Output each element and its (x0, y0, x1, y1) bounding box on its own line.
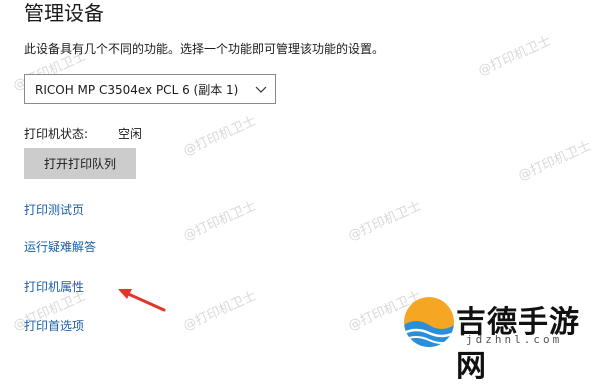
printing-preferences-link[interactable]: 打印首选项 (24, 317, 84, 335)
annotation-arrow-icon (118, 289, 166, 312)
printer-status-value: 空闲 (118, 127, 143, 141)
printer-select[interactable]: RICOH MP C3504ex PCL 6 (副本 1) (24, 74, 276, 104)
watermark-text: @打印机卫士 (181, 288, 259, 335)
logo-domain: jdzhnl.com (466, 333, 563, 346)
run-troubleshooter-link[interactable]: 运行疑难解答 (24, 238, 96, 256)
page-title: 管理设备 (24, 1, 104, 25)
watermark-text: @打印机卫士 (476, 33, 554, 80)
printer-properties-link[interactable]: 打印机属性 (24, 278, 84, 296)
watermark-text: @打印机卫士 (181, 198, 259, 245)
open-print-queue-button[interactable]: 打开打印队列 (24, 148, 136, 179)
page-description: 此设备具有几个不同的功能。选择一个功能即可管理该功能的设置。 (24, 42, 385, 56)
printer-status-label: 打印机状态: (24, 127, 89, 141)
logo-mark-icon (404, 297, 454, 347)
site-logo: 吉德手游网 jdzhnl.com (404, 293, 600, 384)
chevron-down-icon (255, 86, 267, 93)
watermark-text: @打印机卫士 (346, 198, 424, 245)
print-test-page-link[interactable]: 打印测试页 (24, 201, 84, 219)
watermark-text: @打印机卫士 (181, 113, 259, 160)
printer-select-value: RICOH MP C3504ex PCL 6 (副本 1) (35, 82, 239, 97)
watermark-text: @打印机卫士 (516, 138, 594, 185)
